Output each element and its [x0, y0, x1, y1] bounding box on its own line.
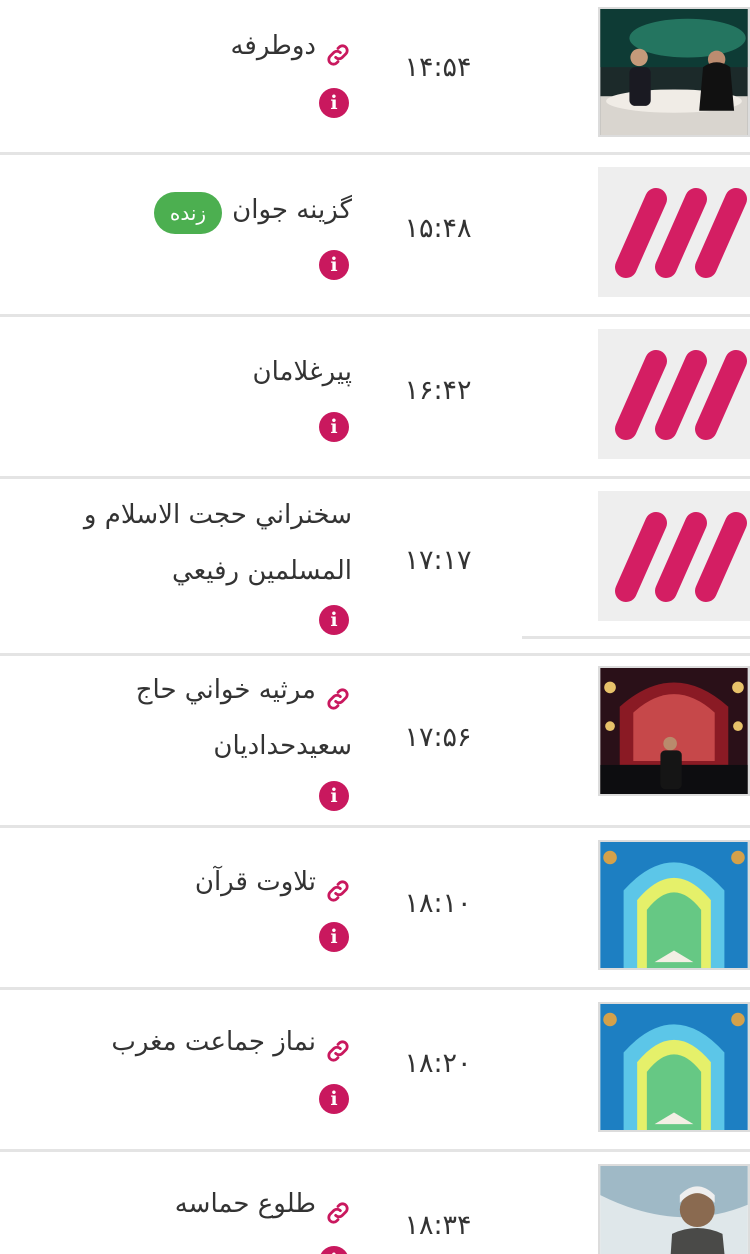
mosque-arch-quran-image — [600, 842, 748, 968]
info-icon[interactable]: i — [319, 412, 349, 442]
info-icon[interactable]: i — [319, 605, 349, 635]
program-thumbnail-channel-logo[interactable] — [598, 167, 750, 297]
program-thumbnail-channel-logo[interactable] — [598, 329, 750, 459]
program-title[interactable]: تلاوت قرآن — [0, 854, 352, 910]
program-row[interactable]: ۱۸:۲۰ نماز جماعت مغرب i — [0, 990, 750, 1152]
info-icon[interactable]: i — [319, 1246, 349, 1254]
program-row[interactable]: ۱۵:۴۸ گزینه جوان زنده i — [0, 155, 750, 317]
studio-photo-image — [600, 9, 748, 135]
program-time: ۱۸:۳۴ — [404, 1210, 472, 1241]
program-title[interactable]: نماز جماعت مغرب — [0, 1014, 352, 1070]
program-title-text: طلوع حماسه — [174, 1189, 316, 1219]
program-row[interactable]: ۱۸:۱۰ تلاوت قرآن i — [0, 828, 750, 990]
program-title-text: مرثيه خواني حاج سعيدحداديان — [135, 675, 352, 761]
program-title-text: دوطرفه — [230, 31, 316, 61]
program-time: ۱۷:۱۷ — [404, 545, 472, 576]
link-icon[interactable] — [324, 869, 352, 902]
program-time: ۱۴:۵۴ — [404, 52, 472, 83]
program-time: ۱۵:۴۸ — [404, 213, 472, 244]
channel3-logo-icon — [598, 329, 750, 459]
program-time: ۱۷:۵۶ — [404, 722, 472, 753]
program-thumbnail-prayer[interactable] — [598, 1002, 750, 1132]
program-thumbnail-mourning[interactable] — [598, 666, 750, 796]
channel3-logo-icon — [598, 167, 750, 297]
program-row[interactable]: ۱۷:۵۶ مرثيه خواني حاج سعيدحداديان i — [0, 653, 750, 828]
program-time: ۱۶:۴۲ — [404, 375, 472, 406]
program-thumbnail-studio[interactable] — [598, 7, 750, 137]
info-icon[interactable]: i — [319, 781, 349, 811]
program-title[interactable]: دوطرفه — [0, 18, 352, 74]
program-row[interactable]: ۱۷:۱۷ سخنراني حجت الاسلام و المسلمين رفي… — [0, 479, 750, 653]
program-title-text: تلاوت قرآن — [194, 867, 316, 897]
program-title[interactable]: طلوع حماسه — [0, 1176, 352, 1232]
info-icon[interactable]: i — [319, 250, 349, 280]
link-icon[interactable] — [324, 33, 352, 66]
program-title-text: گزینه جوان — [232, 195, 352, 225]
program-title[interactable]: مرثيه خواني حاج سعيدحداديان — [100, 662, 352, 774]
program-time: ۱۸:۱۰ — [404, 888, 472, 919]
program-title-text: نماز جماعت مغرب — [111, 1027, 316, 1057]
soldier-portrait-image — [600, 1166, 748, 1254]
mosque-arch-quran-image — [600, 1004, 748, 1130]
program-title[interactable]: پیرغلامان — [0, 344, 352, 400]
link-icon[interactable] — [324, 1029, 352, 1062]
program-time: ۱۸:۲۰ — [404, 1048, 472, 1079]
program-row[interactable]: ۱۴:۵۴ دوطرفه i — [0, 0, 750, 155]
live-badge: زنده — [154, 192, 222, 234]
program-title-text: پیرغلامان — [252, 357, 352, 387]
program-thumbnail-quran[interactable] — [598, 840, 750, 970]
info-icon[interactable]: i — [319, 88, 349, 118]
channel3-logo-icon — [598, 491, 750, 621]
program-thumbnail-soldier[interactable] — [598, 1164, 750, 1254]
row-divider — [522, 636, 750, 639]
program-row[interactable]: ۱۸:۳۴ طلوع حماسه i — [0, 1152, 750, 1254]
mourning-stage-photo-image — [600, 668, 748, 794]
program-title[interactable]: سخنراني حجت الاسلام و المسلمين رفيعي — [0, 487, 352, 599]
program-row[interactable]: ۱۶:۴۲ پیرغلامان i — [0, 317, 750, 479]
info-icon[interactable]: i — [319, 922, 349, 952]
program-thumbnail-channel-logo[interactable] — [598, 491, 750, 621]
link-icon[interactable] — [324, 677, 352, 710]
program-title-text: سخنراني حجت الاسلام و المسلمين رفيعي — [83, 500, 352, 586]
link-icon[interactable] — [324, 1191, 352, 1224]
info-icon[interactable]: i — [319, 1084, 349, 1114]
